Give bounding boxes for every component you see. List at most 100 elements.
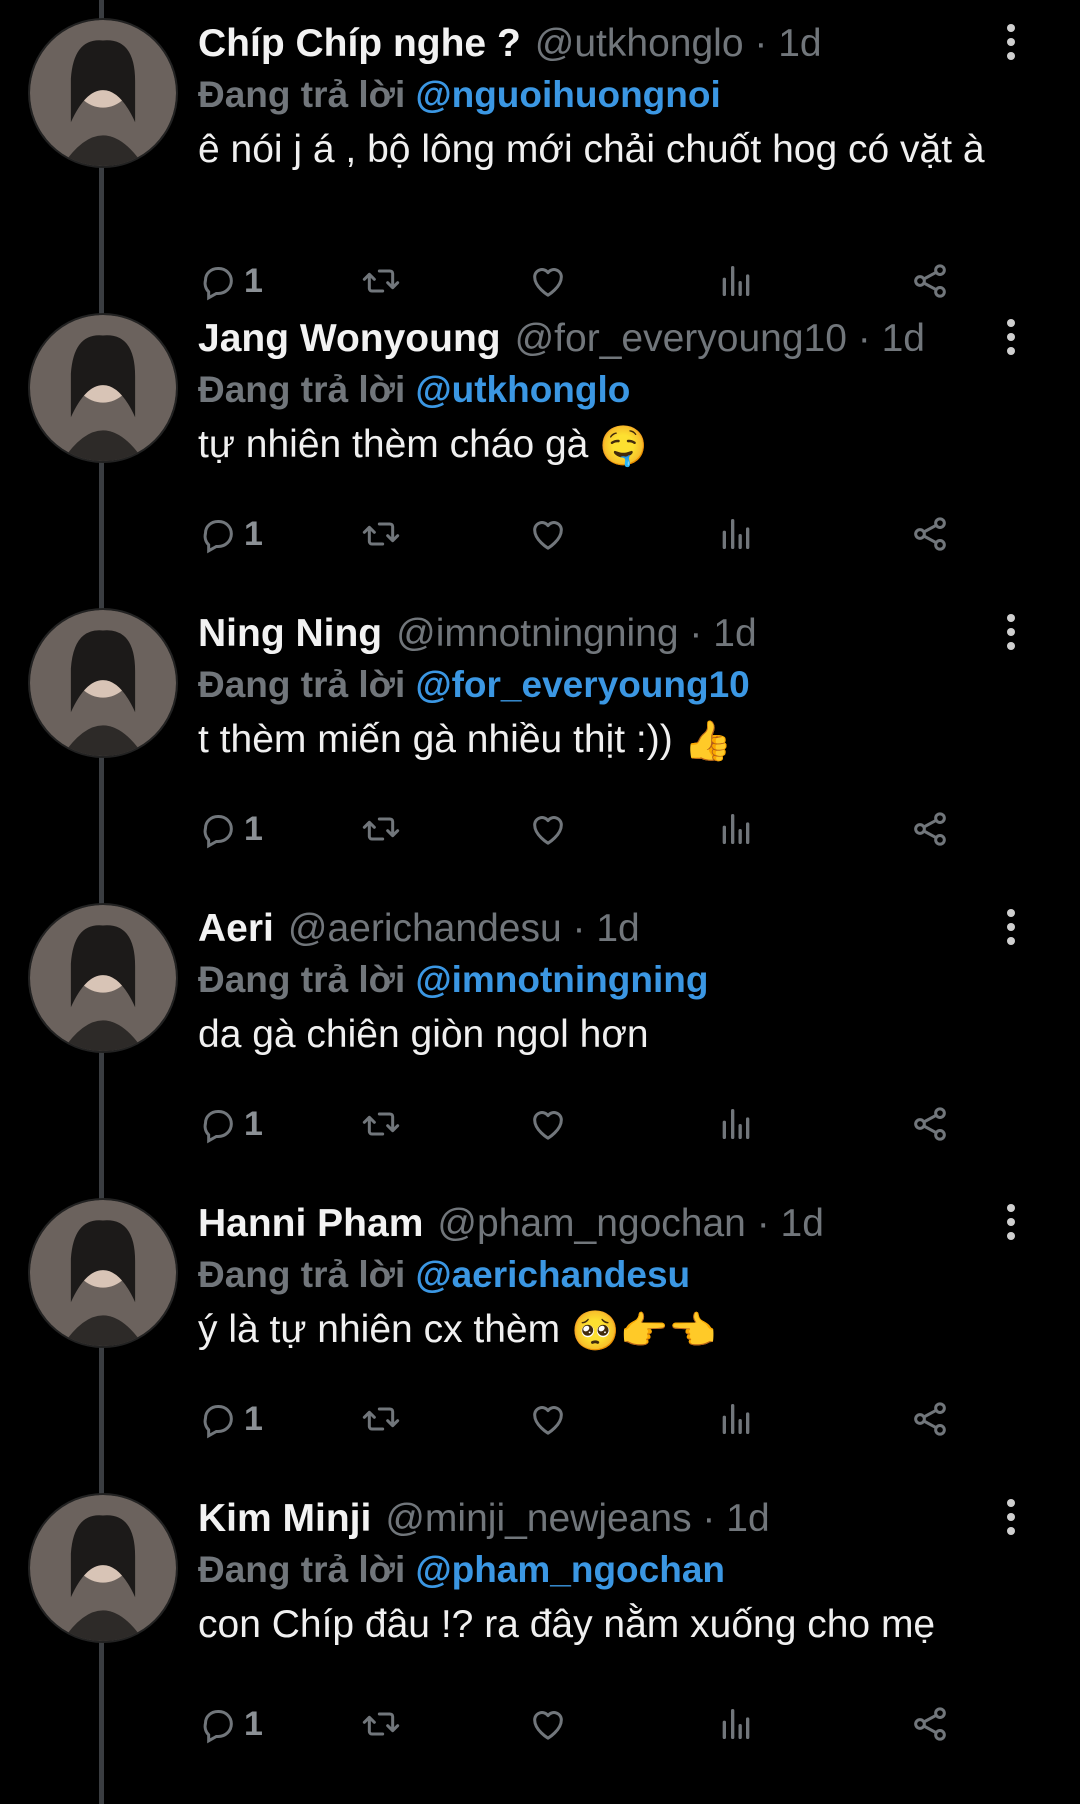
tweet-header: Ning Ning @imnotningning · 1d bbox=[198, 610, 990, 658]
retweet-icon bbox=[362, 522, 400, 546]
user-handle[interactable]: @minji_newjeans bbox=[385, 1497, 691, 1540]
reply-button[interactable]: 1 bbox=[198, 806, 263, 852]
more-options-icon[interactable] bbox=[1000, 1499, 1022, 1539]
reply-mention-link[interactable]: @nguoihuongnoi bbox=[416, 74, 721, 115]
replying-to: Đang trả lời @nguoihuongnoi bbox=[198, 72, 721, 118]
tweet-emoji: 🥺👉👈 bbox=[570, 1309, 717, 1353]
separator-dot: · bbox=[846, 317, 882, 360]
reply-icon bbox=[203, 1405, 233, 1439]
views-button[interactable] bbox=[716, 806, 756, 852]
reply-mention-link[interactable]: @pham_ngochan bbox=[416, 1549, 726, 1590]
like-button[interactable] bbox=[528, 511, 568, 557]
share-button[interactable] bbox=[910, 1101, 950, 1147]
more-options-icon[interactable] bbox=[1000, 614, 1022, 654]
retweet-button[interactable] bbox=[361, 806, 401, 852]
tweet-emoji: 🤤 bbox=[599, 424, 648, 468]
user-handle[interactable]: @pham_ngochan bbox=[437, 1202, 745, 1245]
reply-count: 1 bbox=[244, 1704, 263, 1743]
timestamp[interactable]: 1d bbox=[781, 1202, 824, 1245]
reply-mention-link[interactable]: @aerichandesu bbox=[416, 1254, 691, 1295]
replying-to-label: Đang trả lời bbox=[198, 1254, 406, 1295]
avatar-photo-icon bbox=[30, 1200, 176, 1346]
separator-dot: · bbox=[743, 22, 779, 65]
share-button[interactable] bbox=[910, 511, 950, 557]
avatar[interactable] bbox=[28, 1493, 178, 1643]
views-button[interactable] bbox=[716, 1396, 756, 1442]
separator-dot: · bbox=[678, 612, 714, 655]
replying-to: Đang trả lời @imnotningning bbox=[198, 957, 708, 1003]
more-options-icon[interactable] bbox=[1000, 1204, 1022, 1244]
display-name[interactable]: Hanni Pham bbox=[198, 1202, 423, 1245]
user-handle[interactable]: @for_everyoung10 bbox=[515, 317, 847, 360]
separator-dot: · bbox=[691, 1497, 727, 1540]
timestamp[interactable]: 1d bbox=[726, 1497, 769, 1540]
replying-to: Đang trả lời @pham_ngochan bbox=[198, 1547, 725, 1593]
avatar-photo-icon bbox=[30, 315, 176, 461]
retweet-icon bbox=[362, 1712, 400, 1736]
retweet-button[interactable] bbox=[361, 1701, 401, 1747]
views-button[interactable] bbox=[716, 1701, 756, 1747]
tweet[interactable]: Ning Ning @imnotningning · 1d Đang trả lờ… bbox=[0, 590, 1080, 885]
user-handle[interactable]: @imnotningning bbox=[396, 612, 678, 655]
user-handle[interactable]: @utkhonglo bbox=[535, 22, 744, 65]
timestamp[interactable]: 1d bbox=[778, 22, 821, 65]
like-button[interactable] bbox=[528, 1396, 568, 1442]
tweet-header: Kim Minji @minji_newjeans · 1d bbox=[198, 1495, 990, 1543]
avatar[interactable] bbox=[28, 18, 178, 168]
action-bar: 1 bbox=[198, 1396, 1018, 1442]
replying-to-label: Đang trả lời bbox=[198, 369, 406, 410]
user-handle[interactable]: @aerichandesu bbox=[288, 907, 562, 950]
timestamp[interactable]: 1d bbox=[882, 317, 925, 360]
display-name[interactable]: Aeri bbox=[198, 907, 274, 950]
display-name[interactable]: Jang Wonyoung bbox=[198, 317, 501, 360]
reply-button[interactable]: 1 bbox=[198, 1101, 263, 1147]
more-options-icon[interactable] bbox=[1000, 319, 1022, 359]
more-options-icon[interactable] bbox=[1000, 909, 1022, 949]
retweet-icon bbox=[362, 817, 400, 841]
views-button[interactable] bbox=[716, 511, 756, 557]
reply-icon bbox=[203, 1710, 233, 1744]
reply-mention-link[interactable]: @utkhonglo bbox=[416, 369, 631, 410]
tweet[interactable]: Jang Wonyoung @for_everyoung10 · 1d Đang … bbox=[0, 295, 1080, 590]
retweet-button[interactable] bbox=[361, 1101, 401, 1147]
avatar[interactable] bbox=[28, 1198, 178, 1348]
more-options-icon[interactable] bbox=[1000, 24, 1022, 64]
like-button[interactable] bbox=[528, 806, 568, 852]
bar-chart-icon bbox=[722, 1109, 750, 1139]
display-name[interactable]: Kim Minji bbox=[198, 1497, 371, 1540]
replying-to: Đang trả lời @utkhonglo bbox=[198, 367, 630, 413]
views-button[interactable] bbox=[716, 1101, 756, 1147]
action-bar: 1 bbox=[198, 806, 1018, 852]
tweet[interactable]: Chíp Chíp nghe ? @utkhonglo · 1d Đang trả… bbox=[0, 0, 1080, 301]
display-name[interactable]: Ning Ning bbox=[198, 612, 382, 655]
share-icon bbox=[914, 1707, 946, 1741]
display-name[interactable]: Chíp Chíp nghe ? bbox=[198, 22, 521, 65]
reply-button[interactable]: 1 bbox=[198, 511, 263, 557]
separator-dot: · bbox=[561, 907, 597, 950]
share-button[interactable] bbox=[910, 806, 950, 852]
retweet-button[interactable] bbox=[361, 511, 401, 557]
like-button[interactable] bbox=[528, 1101, 568, 1147]
avatar[interactable] bbox=[28, 903, 178, 1053]
tweet[interactable]: Kim Minji @minji_newjeans · 1d Đang trả l… bbox=[0, 1475, 1080, 1770]
avatar-photo-icon bbox=[30, 1495, 176, 1641]
tweet-text: t thèm miến gà nhiều thịt :)) 👍 bbox=[198, 714, 1028, 768]
timestamp[interactable]: 1d bbox=[713, 612, 756, 655]
tweet-text-content: ê nói j á , bộ lông mới chải chuốt hog c… bbox=[198, 128, 985, 171]
avatar[interactable] bbox=[28, 313, 178, 463]
share-button[interactable] bbox=[910, 1396, 950, 1442]
reply-button[interactable]: 1 bbox=[198, 1701, 263, 1747]
like-button[interactable] bbox=[528, 1701, 568, 1747]
avatar[interactable] bbox=[28, 608, 178, 758]
avatar-photo-icon bbox=[30, 610, 176, 756]
reply-mention-link[interactable]: @for_everyoung10 bbox=[416, 664, 750, 705]
reply-mention-link[interactable]: @imnotningning bbox=[416, 959, 709, 1000]
retweet-button[interactable] bbox=[361, 1396, 401, 1442]
timestamp[interactable]: 1d bbox=[596, 907, 639, 950]
replying-to: Đang trả lời @aerichandesu bbox=[198, 1252, 690, 1298]
tweet[interactable]: Hanni Pham @pham_ngochan · 1d Đang trả lờ… bbox=[0, 1180, 1080, 1475]
reply-button[interactable]: 1 bbox=[198, 1396, 263, 1442]
tweet-header: Aeri @aerichandesu · 1d bbox=[198, 905, 990, 953]
tweet[interactable]: Aeri @aerichandesu · 1d Đang trả lời @imn… bbox=[0, 885, 1080, 1180]
share-button[interactable] bbox=[910, 1701, 950, 1747]
